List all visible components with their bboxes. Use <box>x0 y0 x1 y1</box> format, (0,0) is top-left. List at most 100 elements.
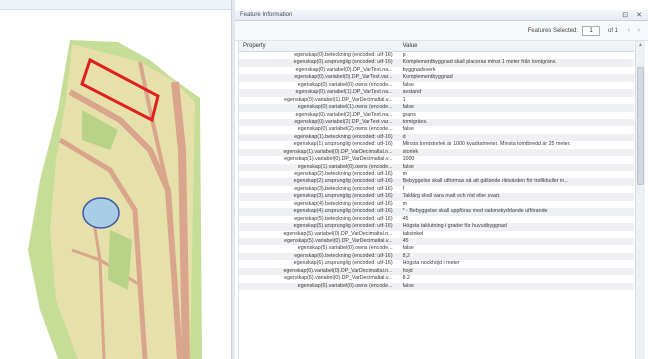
table-row[interactable]: egenskap(5).beteckning (encoded: utf-16)… <box>239 215 634 224</box>
property-cell: egenskap(3).beteckning (encoded: utf-16) <box>294 185 393 192</box>
panel-title: Feature Information <box>240 12 293 18</box>
property-cell: egenskap(6).variabel(0).DP_VarDecimaltal… <box>284 275 393 282</box>
property-cell: egenskap(6).variabel(0).owns (encode... <box>297 282 393 289</box>
value-cell: Bebyggelse skall utformas så att gälland… <box>402 178 569 185</box>
value-cell: m <box>402 200 408 207</box>
table-row[interactable]: egenskap(0).variabel(1).DP_VarDecimaltal… <box>239 96 634 105</box>
value-cell: avstand <box>402 89 422 96</box>
property-cell: egenskap(0).variabel(1).DP_VarDecimaltal… <box>284 96 393 103</box>
value-cell: 45 <box>402 237 409 244</box>
value-cell: hojd <box>402 267 413 274</box>
property-cell: egenskap(5).beteckning (encoded: utf-16) <box>294 215 393 222</box>
value-cell: 45 <box>402 215 409 222</box>
table-row[interactable]: egenskap(1).beteckning (encoded: utf-16)… <box>239 133 634 142</box>
table-row[interactable]: egenskap(0).variabel(0).owns (encode... f… <box>239 81 634 90</box>
property-cell: egenskap(0).variabel(2).DP_VarText.var..… <box>294 118 393 125</box>
property-cell: egenskap(0).variabel(0).DP_VarText.var..… <box>294 74 393 81</box>
property-cell: egenskap(5).variabel(0).DP_VarDecimaltal… <box>284 237 393 244</box>
value-cell: 1000 <box>402 156 415 163</box>
property-cell: egenskap(3).ursprunglig (encoded: utf-16… <box>293 193 393 200</box>
table-row[interactable]: egenskap(1).variabel(0).DP_VarDecimaltal… <box>239 156 634 164</box>
value-cell: * - Bebyggelse skall uppföras med radons… <box>402 208 548 215</box>
value-cell: d <box>402 133 406 140</box>
value-cell: Högsta taklutning i grader för huvudbygg… <box>402 223 507 230</box>
table-row[interactable]: egenskap(0).variabel(2).owns (encode... f… <box>239 126 634 134</box>
vertical-scrollbar[interactable]: ▲ <box>635 41 645 359</box>
property-cell: egenskap(2).beteckning (encoded: utf-16) <box>294 171 393 177</box>
property-cell: egenskap(1).variabel(0).DP_VarDecimaltal… <box>283 148 393 155</box>
map-view[interactable] <box>0 0 231 359</box>
table-row[interactable]: egenskap(1).variabel(0).DP_VarDecimaltal… <box>239 148 634 157</box>
map-canvas[interactable] <box>0 0 231 359</box>
property-cell: egenskap(0).variabel(0).owns (encode... <box>297 81 393 88</box>
table-row[interactable]: egenskap(3).beteckning (encoded: utf-16)… <box>239 185 634 194</box>
table-row[interactable]: egenskap(1).ursprunglig (encoded: utf-16… <box>239 141 634 149</box>
value-cell: 8.2 <box>402 275 410 282</box>
value-cell: Komplementbyggnad skall placeras minst 1… <box>402 59 557 66</box>
feature-information-panel: Feature Information ⊡ ✕ Features Selecte… <box>235 0 648 359</box>
close-icon[interactable]: ✕ <box>636 12 642 19</box>
feature-index-input[interactable]: 1 <box>582 26 600 36</box>
table-row[interactable]: egenskap(5).variabel(0).DP_VarDecimaltal… <box>239 230 634 238</box>
column-header-value[interactable]: Value <box>399 41 634 51</box>
pin-icon[interactable]: ⊡ <box>622 12 628 19</box>
value-cell: grans <box>402 111 416 118</box>
table-row[interactable]: egenskap(5).variabel(0).owns (encode... f… <box>239 245 634 253</box>
chevron-left-icon[interactable]: ‹ <box>628 27 630 34</box>
feature-count-label: of 1 <box>607 28 618 34</box>
water-pond <box>82 197 120 229</box>
table-row[interactable]: egenskap(6).variabel(0).DP_VarDecimaltal… <box>239 275 634 283</box>
table-row[interactable]: egenskap(2).beteckning (encoded: utf-16)… <box>239 171 634 179</box>
value-cell: Takfärg skall vara matt och röd eller sv… <box>402 193 501 200</box>
table-row[interactable]: egenskap(0).ursprunglig (encoded: utf-16… <box>239 59 634 67</box>
table-row[interactable]: egenskap(1).variabel(0).owns (encode... f… <box>239 163 634 171</box>
value-cell: Högsta nockhöjd i meter <box>402 260 460 267</box>
table-row[interactable]: egenskap(5).ursprunglig (encoded: utf-16… <box>239 223 634 231</box>
value-cell: byggnadsverk <box>402 66 436 73</box>
table-row[interactable]: egenskap(4).ursprunglig (encoded: utf-16… <box>239 208 634 216</box>
property-cell: egenskap(0).variabel(2).owns (encode... <box>297 126 393 133</box>
value-cell: takvinkel <box>402 230 424 237</box>
value-cell: f <box>402 185 405 192</box>
property-table[interactable]: Property Value egenskap(0).beteckning (e… <box>238 41 634 359</box>
table-row[interactable]: egenskap(0).variabel(0).DP_VarText.var..… <box>239 74 634 82</box>
table-row[interactable]: egenskap(3).ursprunglig (encoded: utf-16… <box>239 193 634 201</box>
table-row[interactable]: egenskap(2).ursprunglig (encoded: utf-16… <box>239 178 634 186</box>
property-cell: egenskap(1).variabel(0).owns (encode... <box>297 163 393 170</box>
property-cell: egenskap(0).variabel(0).DP_VarText.na... <box>295 66 393 73</box>
value-cell: false <box>402 282 414 289</box>
value-cell: Komplementbyggnad <box>402 74 453 81</box>
table-row[interactable]: egenskap(0).variabel(2).DP_VarText.na...… <box>239 111 634 119</box>
table-row[interactable]: egenskap(0).variabel(2).DP_VarText.var..… <box>239 118 634 127</box>
property-cell: egenskap(0).beteckning (encoded: utf-16) <box>294 52 393 58</box>
property-cell: egenskap(6).ursprunglig (encoded: utf-16… <box>293 260 393 267</box>
value-cell: storlek <box>402 148 419 155</box>
table-row[interactable]: egenskap(0).variabel(1).owns (encode... f… <box>239 104 634 112</box>
table-row[interactable]: egenskap(6).beteckning (encoded: utf-16)… <box>239 252 634 261</box>
value-cell: false <box>402 126 414 133</box>
table-row[interactable]: egenskap(4).beteckning (encoded: utf-16)… <box>239 200 634 209</box>
table-row[interactable]: egenskap(6).variabel(0).owns (encode... f… <box>239 282 634 290</box>
value-cell: m <box>402 171 408 177</box>
property-cell: egenskap(1).variabel(0).DP_VarDecimaltal… <box>284 156 393 163</box>
column-header-property[interactable]: Property <box>239 41 399 51</box>
property-cell: egenskap(6).variabel(0).DP_VarDecimaltal… <box>283 267 393 274</box>
chevron-right-icon[interactable]: › <box>638 27 640 34</box>
table-row[interactable]: egenskap(6).variabel(0).DP_VarDecimaltal… <box>239 267 634 276</box>
table-row[interactable]: egenskap(0).beteckning (encoded: utf-16)… <box>239 52 634 60</box>
table-row[interactable]: egenskap(0).variabel(1).DP_VarText.na...… <box>239 89 634 97</box>
scroll-up-icon[interactable]: ▲ <box>637 42 644 49</box>
table-header: Property Value <box>239 41 634 52</box>
property-cell: egenskap(2).ursprunglig (encoded: utf-16… <box>293 178 393 185</box>
value-cell: false <box>402 163 414 170</box>
table-row[interactable]: egenskap(5).variabel(0).DP_VarDecimaltal… <box>239 237 634 246</box>
panel-header: Feature Information ⊡ ✕ <box>235 10 648 21</box>
scrollbar-thumb[interactable] <box>637 67 644 185</box>
property-cell: egenskap(1).ursprunglig (encoded: utf-16… <box>293 141 393 148</box>
green-patch <box>108 230 132 290</box>
table-row[interactable]: egenskap(6).ursprunglig (encoded: utf-16… <box>239 260 634 268</box>
table-row[interactable]: egenskap(0).variabel(0).DP_VarText.na...… <box>239 66 634 75</box>
table-body: egenskap(0).beteckning (encoded: utf-16)… <box>239 52 634 290</box>
property-cell: egenskap(0).variabel(1).owns (encode... <box>297 104 393 111</box>
property-cell: egenskap(1).beteckning (encoded: utf-16) <box>294 133 393 140</box>
